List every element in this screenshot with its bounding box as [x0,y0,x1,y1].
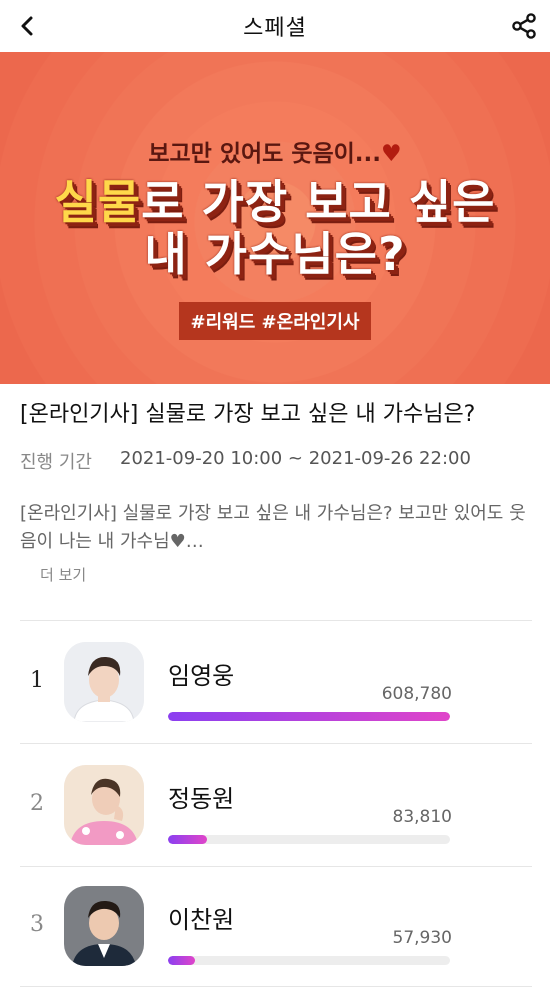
divider [20,620,532,621]
vote-bar [168,956,450,965]
heart-icon: ♥ [381,141,402,167]
divider [20,986,532,987]
singer-name: 임영웅 [168,662,235,690]
chevron-left-icon [21,16,33,36]
back-button[interactable] [10,8,46,44]
banner-headline-line1: 실물로 가장 보고 싶은 [54,175,496,229]
event-description: [온라인기사] 실물로 가장 보고 싶은 내 가수님은? 보고만 있어도 웃음이… [20,503,526,552]
share-button[interactable] [506,8,542,44]
ranking-row[interactable]: 1 임영웅 608,780 [20,622,532,744]
rank-number: 2 [30,791,44,816]
event-banner: 보고만 있어도 웃음이...♥ 실물로 가장 보고 싶은 내 가수님은? #리워… [0,52,550,384]
vote-bar-fill [168,956,195,965]
ranking-row[interactable]: 2 정동원 83,810 [20,745,532,867]
singer-avatar [64,886,144,966]
divider [20,743,532,744]
top-bar: 스페셜 [0,0,550,52]
banner-headline-line2: 내 가수님은? [144,227,406,281]
singer-name: 정동원 [168,785,235,813]
vote-bar-fill [168,835,207,844]
vote-bar-fill [168,712,450,721]
more-button[interactable]: 더 보기 [40,564,86,585]
share-icon [512,13,536,39]
banner-tags: #리워드 #온라인기사 [178,302,372,340]
singer-name: 이찬원 [168,906,235,934]
singer-avatar [64,765,144,845]
event-title: [온라인기사] 실물로 가장 보고 싶은 내 가수님은? [20,402,476,427]
ranking-row[interactable]: 3 이찬원 57,930 [20,866,532,988]
rank-number: 3 [30,912,44,937]
vote-bar [168,835,450,844]
page-title: 스페셜 [243,16,307,41]
vote-count: 608,780 [381,684,452,704]
period-label: 진행 기간 [20,452,92,473]
vote-count: 83,810 [392,807,452,827]
rank-number: 1 [30,668,44,693]
singer-avatar [64,642,144,722]
vote-bar [168,712,450,721]
period-value: 2021-09-20 10:00 ~ 2021-09-26 22:00 [120,448,471,469]
event-period: 진행 기간 2021-09-20 10:00 ~ 2021-09-26 22:0… [20,448,532,474]
banner-subtitle: 보고만 있어도 웃음이...♥ [148,141,402,167]
vote-count: 57,930 [392,928,452,948]
event-info: [온라인기사] 실물로 가장 보고 싶은 내 가수님은? 진행 기간 2021-… [20,384,532,585]
